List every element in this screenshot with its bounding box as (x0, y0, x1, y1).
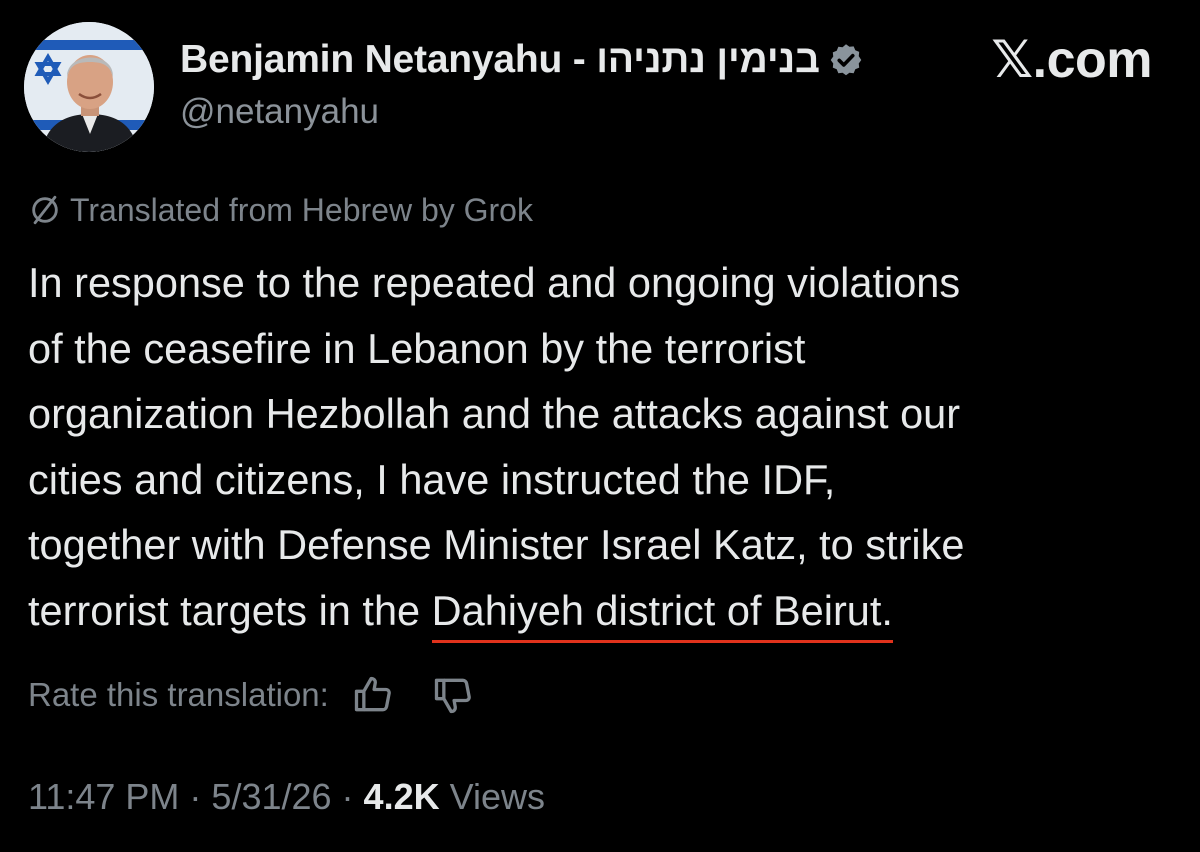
post-line-last: terrorist targets in the Dahiyeh distric… (28, 578, 1178, 644)
brand-suffix: .com (1032, 31, 1153, 89)
verified-badge-icon[interactable] (828, 42, 864, 78)
post-line: In response to the repeated and ongoing … (28, 259, 961, 306)
post-text: In response to the repeated and ongoing … (28, 250, 1178, 643)
post-line-prefix: terrorist targets in the (28, 586, 432, 634)
x-com-watermark: 𝕏.com (991, 30, 1152, 90)
thumbs-down-icon[interactable] (431, 673, 475, 717)
meta-separator: · (331, 776, 364, 817)
post-line: organization Hezbollah and the attacks a… (28, 390, 961, 437)
post-meta: 11:47 PM · 5/31/26 · 4.2K Views (28, 776, 545, 818)
views-label: Views (439, 776, 545, 817)
post-line: cities and citizens, I have instructed t… (28, 455, 836, 503)
author-display-name[interactable]: Benjamin Netanyahu - בנימין נתניהו (180, 38, 820, 82)
x-logo-icon: 𝕏 (991, 30, 1033, 90)
translation-notice[interactable]: Translated from Hebrew by Grok (28, 190, 533, 230)
post-time[interactable]: 11:47 PM (28, 776, 179, 817)
highlighted-phrase: Dahiyeh district of Beirut. (431, 586, 893, 643)
views-count[interactable]: 4.2K (364, 776, 440, 817)
rate-translation-row: Rate this translation: (28, 670, 475, 720)
meta-separator: · (179, 776, 212, 817)
rate-translation-label: Rate this translation: (28, 676, 329, 713)
post-line: together with Defense Minister Israel Ka… (28, 521, 965, 568)
post-date[interactable]: 5/31/26 (211, 776, 331, 817)
author-name-row: Benjamin Netanyahu - בנימין נתניהו (180, 34, 864, 86)
translation-notice-text: Translated from Hebrew by Grok (70, 191, 533, 228)
thumbs-up-icon[interactable] (351, 673, 395, 717)
author-handle[interactable]: @netanyahu (180, 92, 379, 132)
profile-photo (24, 22, 154, 152)
avatar[interactable] (24, 22, 154, 152)
slashed-circle-icon (32, 195, 58, 225)
post-line: of the ceasefire in Lebanon by the terro… (28, 324, 806, 372)
